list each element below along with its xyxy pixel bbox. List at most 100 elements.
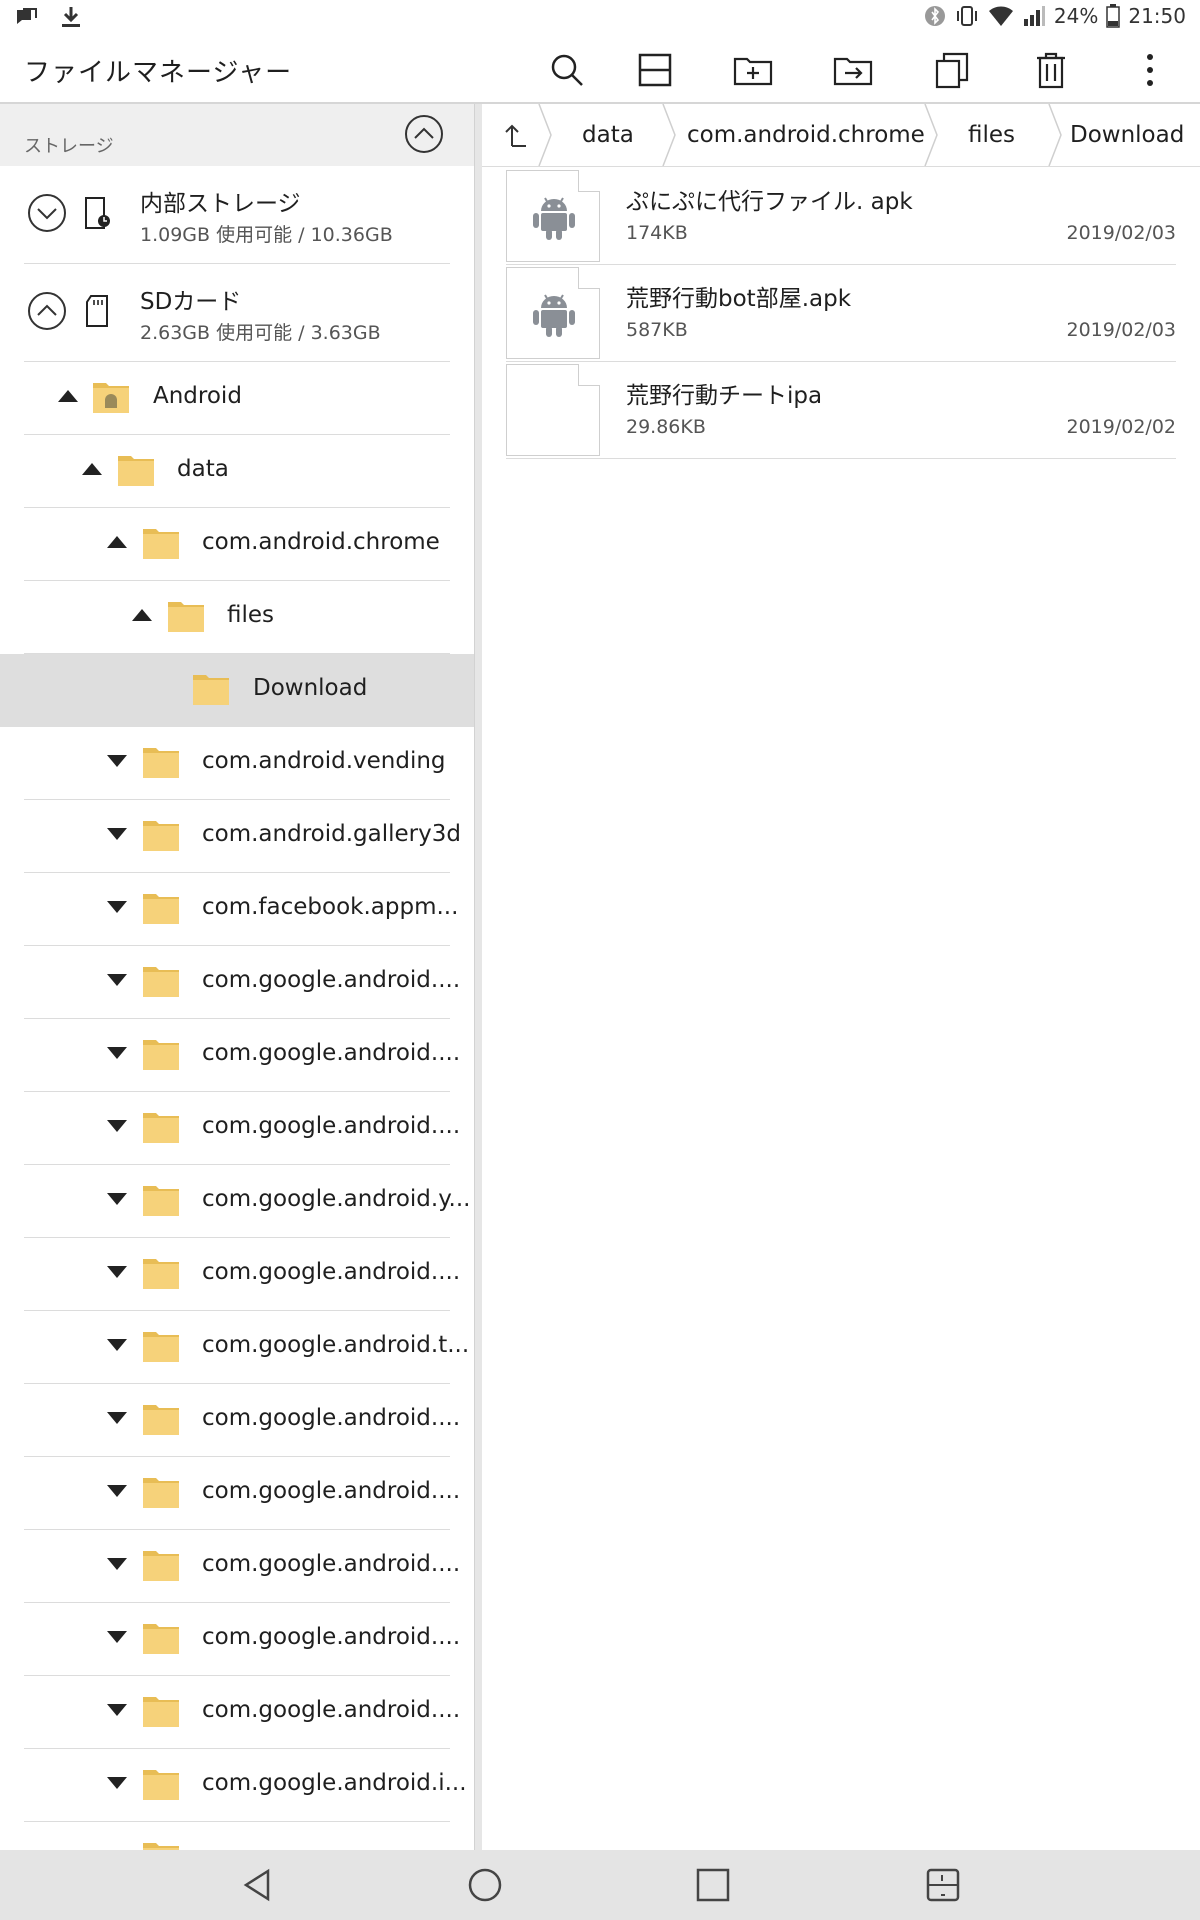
tree-item-com-google-android[interactable]: com.google.android.... [24,1530,460,1603]
file-row[interactable]: 荒野行動bot部屋.apk 587KB 2019/02/03 [506,265,1176,362]
delete-button[interactable] [1029,48,1073,92]
expand-toggle-icon[interactable] [107,1047,127,1059]
breadcrumb-item[interactable]: com.android.chrome [687,122,925,148]
tree-item-com-google-android[interactable]: com.google.android.... [24,1238,460,1311]
tree-item-label: data [177,456,229,482]
expand-toggle-icon[interactable] [107,974,127,986]
volume-sd-card[interactable]: SDカード 2.63GB 使用可能 / 3.63GB [24,264,450,362]
dual-window-button[interactable] [923,1865,963,1905]
tree-item-com-google-android[interactable]: com.google.android.... [24,1019,460,1092]
recents-button[interactable] [693,1865,733,1905]
collapse-storage-button[interactable] [404,114,444,154]
tree-item-label: com.google.android.... [202,1478,461,1504]
expand-toggle-icon[interactable] [107,755,127,767]
battery-icon [1106,4,1121,28]
folder-icon [142,1767,180,1801]
expand-toggle-icon[interactable] [107,1704,127,1716]
breadcrumb-item-current[interactable]: Download [1070,122,1184,148]
file-row[interactable]: 荒野行動チートipa 29.86KB 2019/02/02 [506,362,1176,459]
tree-item-com-google-android[interactable]: com.google.android.... [24,1092,460,1165]
tree-item-label: com.google.android.... [202,1405,461,1431]
copy-button[interactable] [930,48,974,92]
breadcrumb-separator-icon [538,104,552,166]
expand-toggle-icon[interactable] [107,536,127,548]
expand-toggle-icon[interactable] [107,828,127,840]
tree-item-com-android-vending[interactable]: com.android.vending [24,727,450,800]
more-options-button[interactable] [1128,48,1172,92]
folder-icon [192,672,230,706]
file-row[interactable]: ぷにぷに代行ファイル. apk 174KB 2019/02/03 [506,168,1176,265]
tree-item-label: com.google.android.t... [202,1332,470,1358]
folder-icon [117,453,155,487]
file-size: 587KB [626,319,688,341]
move-button[interactable] [831,48,875,92]
tree-item-com-google-android[interactable]: com.google.android.... [24,1457,460,1530]
search-button[interactable] [545,48,589,92]
tree-item-files[interactable]: files [24,581,450,654]
tree-item-partial[interactable] [24,1822,450,1850]
folder-tree-pane: ストレージ 内部ストレージ 1.09GB 使用可能 / 10.36GB SDカー… [0,104,474,1850]
volume-name: 内部ストレージ [140,191,301,217]
expand-toggle-icon[interactable] [107,1266,127,1278]
tree-item-com-google-android-y[interactable]: com.google.android.y... [24,1165,471,1238]
volume-internal-storage[interactable]: 内部ストレージ 1.09GB 使用可能 / 10.36GB [24,166,450,264]
tree-item-download-selected[interactable]: Download [0,654,474,727]
tree-item-label: Android [153,383,242,409]
tree-item-com-android-gallery3d[interactable]: com.android.gallery3d [24,800,461,873]
split-view-icon [638,53,672,87]
tree-item-com-google-android[interactable]: com.google.android.... [24,1603,460,1676]
tree-item-com-google-android-i[interactable]: com.google.android.i... [24,1749,467,1822]
folder-icon [142,1475,180,1509]
expand-toggle-icon[interactable] [107,1120,127,1132]
tree-item-label: com.google.android.... [202,1113,461,1139]
expand-toggle-icon[interactable] [107,1631,127,1643]
expand-toggle-icon[interactable] [107,1777,127,1789]
breadcrumb-separator-icon [1048,104,1062,166]
new-folder-button[interactable] [731,48,775,92]
expand-toggle-icon[interactable] [107,1412,127,1424]
folder-icon [142,1183,180,1217]
tree-item-label: com.google.android.... [202,1551,461,1577]
tree-item-label: com.android.gallery3d [202,821,461,847]
chevron-down-circle-icon[interactable] [27,193,67,233]
expand-toggle-icon[interactable] [107,1193,127,1205]
tree-item-data[interactable]: data [24,435,450,508]
tree-item-com-android-chrome[interactable]: com.android.chrome [24,508,450,581]
breadcrumb-item[interactable]: files [968,122,1015,148]
expand-toggle-icon[interactable] [82,463,102,475]
expand-toggle-icon[interactable] [107,901,127,913]
expand-toggle-icon[interactable] [58,390,78,402]
tree-item-android[interactable]: Android [24,362,450,435]
tree-item-com-google-android[interactable]: com.google.android.... [24,1384,460,1457]
expand-toggle-icon[interactable] [132,609,152,621]
file-name: 荒野行動チートipa [626,383,823,409]
file-name: ぷにぷに代行ファイル. apk [626,189,913,215]
expand-toggle-icon[interactable] [107,1339,127,1351]
tree-item-label: com.google.android.y... [202,1186,471,1212]
tree-item-label: com.google.android.... [202,1697,461,1723]
breadcrumb-item[interactable]: data [582,122,634,148]
move-icon [833,53,873,87]
expand-toggle-icon[interactable] [107,1558,127,1570]
expand-toggle-icon[interactable] [107,1485,127,1497]
chevron-up-circle-icon[interactable] [27,291,67,331]
up-arrow-icon[interactable] [502,120,532,150]
clock: 21:50 [1128,4,1186,28]
tree-item-com-google-android[interactable]: com.google.android.... [24,1676,460,1749]
wifi-icon [988,5,1014,27]
tree-item-label: com.android.vending [202,748,446,774]
home-button[interactable] [465,1865,505,1905]
back-button[interactable] [238,1865,278,1905]
split-view-button[interactable] [633,48,677,92]
tree-item-com-google-android[interactable]: com.google.android.... [24,946,460,1019]
delete-icon [1035,51,1067,89]
file-thumbnail [506,170,600,262]
folder-icon [142,1256,180,1290]
recents-icon [693,1865,733,1905]
tree-item-com-google-android-t[interactable]: com.google.android.t... [24,1311,469,1384]
storage-section-label: ストレージ [24,136,114,157]
folder-icon [142,1548,180,1582]
bluetooth-icon [924,5,946,27]
tree-item-com-facebook[interactable]: com.facebook.appm... [24,873,458,946]
file-thumbnail [506,267,600,359]
